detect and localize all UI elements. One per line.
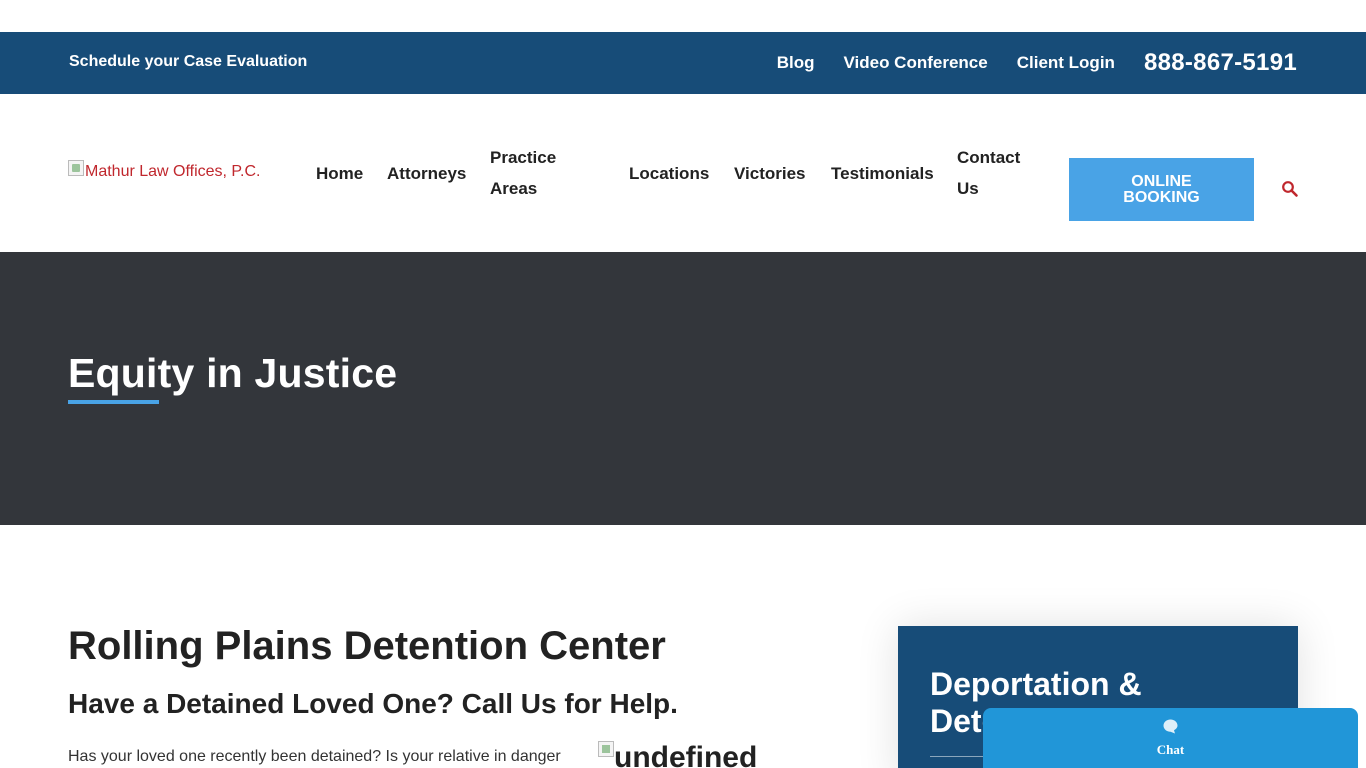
client-login-link[interactable]: Client Login — [1017, 53, 1115, 73]
content-image: undefined — [598, 741, 757, 768]
nav-locations[interactable]: Locations — [629, 158, 709, 189]
phone-link[interactable]: 888-867-5191 — [1144, 49, 1297, 77]
nav-testimonials[interactable]: Testimonials — [831, 158, 934, 189]
nav-contact-line1: Contact — [957, 148, 1021, 167]
image-alt-text: undefined — [614, 741, 758, 768]
nav-practice-areas-line1: Practice — [490, 148, 557, 167]
nav-practice-areas-line2: Areas — [490, 179, 538, 198]
online-booking-button[interactable]: ONLINE BOOKING — [1069, 158, 1254, 221]
hero-banner: Equity in Justice — [0, 252, 1366, 525]
logo-link[interactable]: Mathur Law Offices, P.C. — [68, 160, 260, 184]
page-subheading: Have a Detained Loved One? Call Us for H… — [68, 688, 678, 719]
booking-line2: BOOKING — [1123, 188, 1200, 206]
video-conference-link[interactable]: Video Conference — [843, 53, 987, 73]
blog-link[interactable]: Blog — [777, 53, 815, 73]
intro-paragraph: Has your loved one recently been detaine… — [68, 748, 561, 765]
page-heading: Rolling Plains Detention Center — [68, 624, 666, 668]
hero-title: Equity in Justice — [68, 350, 398, 396]
nav-practice-areas[interactable]: Practice Areas — [490, 142, 556, 204]
chat-bubble-icon — [1162, 718, 1179, 735]
booking-line1: ONLINE — [1131, 172, 1192, 190]
nav-home[interactable]: Home — [316, 158, 363, 189]
chat-widget-button[interactable]: Chat — [983, 708, 1358, 768]
top-links: Blog Video Conference Client Login 888-8… — [748, 32, 1297, 94]
top-bar: Schedule your Case Evaluation Blog Video… — [0, 32, 1366, 94]
broken-image-icon — [68, 160, 84, 176]
nav-attorneys[interactable]: Attorneys — [387, 158, 466, 189]
nav-victories[interactable]: Victories — [734, 158, 806, 189]
hero-title-underline — [68, 400, 159, 404]
logo-alt-text: Mathur Law Offices, P.C. — [85, 163, 261, 180]
nav-contact-us[interactable]: Contact Us — [957, 142, 1020, 204]
search-icon[interactable] — [1281, 180, 1299, 198]
broken-image-icon — [598, 741, 614, 757]
nav-contact-line2: Us — [957, 179, 979, 198]
schedule-link[interactable]: Schedule your Case Evaluation — [69, 53, 307, 71]
chat-label: Chat — [1156, 742, 1185, 757]
